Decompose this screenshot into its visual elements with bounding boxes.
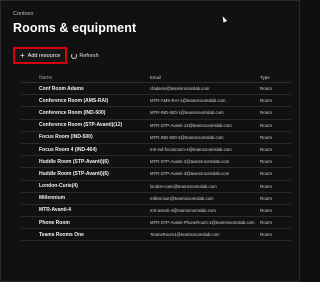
table-row[interactable]: Phone Room MTR-STP-Avanti-PhoneRoom-1@tea… [21, 217, 291, 230]
resource-name: Teams Rooms One [39, 231, 84, 238]
table-row[interactable]: Huddle Room (STP-Avanti)(6) MTR-STP-Avant… [21, 168, 291, 181]
resource-email: MTR-STP-Avanti-12@teamsroomslab.com [150, 122, 232, 128]
table-header: Name Email Type [21, 73, 291, 83]
column-header-type[interactable]: Type [260, 75, 290, 80]
resource-email: MTR-STP-Avanti-PhoneRoom-1@teamsroomslab… [150, 220, 255, 226]
breadcrumb[interactable]: Contoso [13, 11, 34, 17]
table-row[interactable]: Conference Room (AMS-RAI) MTR-AMS-RAI-1@t… [21, 95, 291, 108]
resource-email: mtr-ind-focusroom-4@teamsroomslab.com [150, 147, 232, 153]
resource-name: Conference Room (IND-500) [39, 109, 106, 116]
resource-type: Room [260, 98, 273, 104]
toolbar: + Add resource Refresh [13, 47, 99, 64]
resource-type: Room [260, 220, 273, 226]
resource-type: Room [260, 171, 273, 177]
page-title: Rooms & equipment [13, 21, 137, 35]
table-row[interactable]: Huddle Room (STP-Avanti)(6) MTR-STP-Avant… [21, 156, 291, 169]
refresh-button[interactable]: Refresh [71, 52, 99, 59]
resource-name: Conf Room Adams [39, 85, 84, 92]
resource-email: MTR-IND-500-2@teamsroomslab.com [150, 134, 224, 140]
resource-name: Conference Room (STP-Avanti)(12) [39, 122, 123, 129]
resource-type: Room [260, 134, 273, 140]
table-row[interactable]: Focus Room (IND-500) MTR-IND-500-2@teamsr… [21, 132, 291, 144]
resource-email: cfadams@teamsroomslab.com [150, 86, 210, 92]
resource-type: Room [260, 122, 273, 128]
refresh-label: Refresh [79, 52, 99, 59]
table-row[interactable]: Conference Room (IND-500) MTR-IND-500-1@t… [21, 107, 291, 120]
resource-email: MTR-IND-500-1@teamsroomslab.com [150, 110, 224, 116]
resource-name: Huddle Room (STP-Avanti)(6) [39, 170, 109, 177]
resource-name: Conference Room (AMS-RAI) [39, 97, 109, 104]
resources-table: Name Email Type Conf Room Adams cfadams@t… [21, 73, 291, 242]
resource-name: Phone Room [39, 219, 70, 226]
table-body: Conf Room Adams cfadams@teamsroomslab.com… [21, 83, 291, 242]
resource-name: Huddle Room (STP-Avanti)(6) [39, 158, 109, 165]
resource-type: Room [260, 195, 273, 201]
resource-email: TeamsRoom1@teamsroomslab.com [150, 232, 220, 238]
resource-email: mtr-avanti-4@teamsroomslab.com [150, 207, 216, 213]
table-row[interactable]: Focus Room 4 (IND-464) mtr-ind-focusroom-… [21, 144, 291, 157]
admin-window: Contoso Rooms & equipment + Add resource… [0, 0, 300, 282]
resource-name: MTR-Avanti-4 [39, 207, 72, 214]
resource-email: london-curie@teamsroomslab.com [150, 183, 217, 189]
refresh-icon [71, 52, 78, 59]
resource-type: Room [260, 207, 273, 213]
add-resource-button[interactable]: + Add resource [13, 47, 68, 64]
plus-icon: + [20, 50, 25, 60]
resource-email: MTR-AMS-RAI-1@teamsroomslab.com [150, 98, 226, 104]
table-row[interactable]: Teams Rooms One TeamsRoom1@teamsroomslab.… [21, 229, 291, 242]
table-row[interactable]: Conf Room Adams cfadams@teamsroomslab.com… [21, 83, 291, 96]
add-resource-label: Add resource [27, 52, 61, 59]
resource-name: Millennium [39, 195, 66, 202]
table-row[interactable]: Conference Room (STP-Avanti)(12) MTR-STP-… [21, 120, 291, 132]
resource-type: Room [260, 159, 273, 165]
resource-type: Room [260, 183, 273, 189]
table-row[interactable]: London-Curie(4) london-curie@teamsroomsla… [21, 181, 291, 193]
resource-name: Focus Room 4 (IND-464) [39, 146, 97, 153]
table-row[interactable]: MTR-Avanti-4 mtr-avanti-4@teamsroomslab.c… [21, 205, 291, 218]
column-header-email[interactable]: Email [150, 75, 260, 80]
resource-name: Focus Room (IND-500) [39, 134, 93, 141]
resource-type: Room [260, 232, 273, 238]
resource-type: Room [260, 110, 273, 116]
resource-type: Room [260, 147, 273, 153]
table-row[interactable]: Millennium millennium@teamsroomslab.com Ro… [21, 193, 291, 205]
column-header-name[interactable]: Name [21, 75, 150, 81]
mouse-pointer-icon [220, 15, 228, 23]
resource-email: MTR-STP-Avanti-2@teamsroomslab.com [150, 159, 230, 165]
resource-type: Room [260, 86, 273, 92]
resource-name: London-Curie(4) [39, 183, 78, 190]
resource-email: MTR-STP-Avanti-3@teamsroomslab.com [150, 171, 230, 177]
resource-email: millennium@teamsroomslab.com [150, 195, 214, 201]
